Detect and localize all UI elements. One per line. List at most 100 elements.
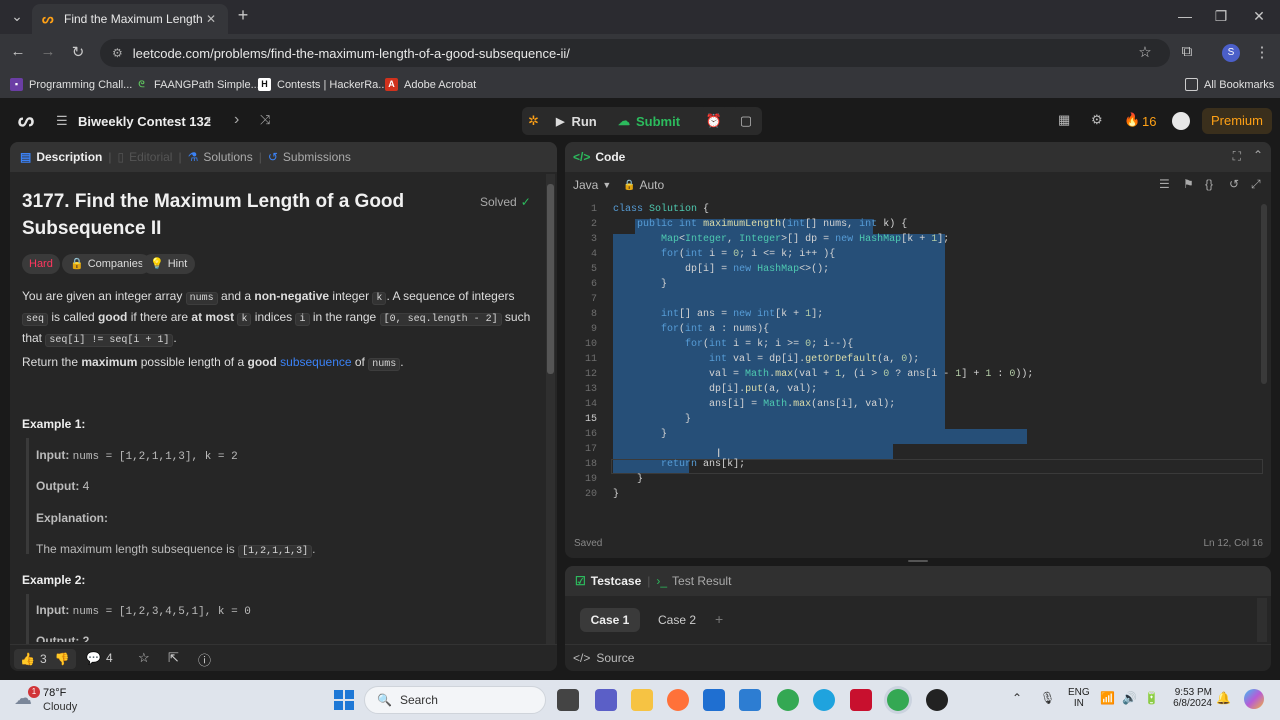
book-icon: ▯ <box>117 150 125 164</box>
task-view-icon[interactable] <box>557 689 579 711</box>
tab-search-icon[interactable]: ⌄ <box>8 8 26 25</box>
autocomplete-toggle[interactable]: 🔒 Auto <box>623 178 664 192</box>
description-scrollbar[interactable] <box>546 174 555 644</box>
site-info-icon[interactable]: ⚙ <box>112 46 123 60</box>
panel-resize-handle[interactable] <box>908 560 928 562</box>
example-1-input: Input: nums = [1,2,1,1,3], k = 2 <box>36 448 238 463</box>
user-avatar[interactable] <box>1172 112 1190 130</box>
code-editor[interactable]: 1 2 3 4 5 6 7 8 9 10 11 12 13 14 15 16 17 18 19 20 class So… <box>575 204 1263 504</box>
forward-icon[interactable]: → <box>38 43 58 60</box>
edge-icon[interactable] <box>813 689 835 711</box>
shuffle-icon[interactable]: ⤨ <box>260 112 270 128</box>
leetcode-logo-icon[interactable]: ᔕ <box>18 110 34 131</box>
help-icon[interactable]: ⓘ <box>198 650 211 669</box>
all-bookmarks[interactable]: All Bookmarks <box>1185 78 1274 91</box>
copilot-icon[interactable] <box>1244 689 1264 709</box>
braces-icon[interactable]: {} <box>1205 177 1213 191</box>
bookmark-item[interactable]: ▪ Programming Chall... <box>10 78 132 91</box>
teams-icon[interactable] <box>595 689 617 711</box>
clock[interactable]: 9:53 PM 6/8/2024 <box>1168 687 1212 709</box>
tab-solutions[interactable]: ⚗ Solutions <box>188 150 253 164</box>
submit-button[interactable]: ☁ Submit <box>618 109 692 133</box>
wifi-icon[interactable]: 📶 <box>1100 691 1115 705</box>
leetcode-topbar: ᔕ ☰ Biweekly Contest 132 ‹ › ⤨ ✲ ▶ Run ☁… <box>0 101 1280 141</box>
close-window-icon[interactable]: ✕ <box>1250 8 1268 25</box>
extensions-icon[interactable]: ⧉ <box>1177 43 1197 60</box>
contest-title[interactable]: Biweekly Contest 132 <box>78 114 211 129</box>
prev-problem-icon[interactable]: ‹ <box>206 111 211 129</box>
chrome-profile-icon[interactable] <box>887 689 909 711</box>
collapse-icon[interactable]: ⌃ <box>1253 148 1263 162</box>
tab-submissions[interactable]: ↺ Submissions <box>268 150 351 164</box>
tab-editorial[interactable]: ▯ Editorial <box>117 150 172 164</box>
run-button[interactable]: ▶ Run <box>556 109 610 133</box>
chrome-icon[interactable] <box>777 689 799 711</box>
close-tab-icon[interactable]: ✕ <box>204 12 218 26</box>
debug-icon[interactable]: ✲ <box>528 113 539 129</box>
taskbar-search[interactable]: 🔍 Search <box>364 686 546 714</box>
language-indicator[interactable]: ENG IN <box>1068 687 1090 709</box>
microphone-icon[interactable]: 🎙 <box>1040 691 1055 705</box>
code-panel: </> Code ⛶ ⌃ Java ▼ 🔒 Auto ☰ ⚑ {} ↺ ⤢ 1234… <box>565 142 1271 558</box>
profile-avatar[interactable]: S <box>1222 44 1240 62</box>
format-icon[interactable]: ☰ <box>1159 177 1170 191</box>
bookmark-icon[interactable]: ⚑ <box>1183 177 1194 191</box>
share-icon[interactable]: ⇱ <box>168 650 179 666</box>
bookmark-star-icon[interactable]: ☆ <box>1135 43 1155 61</box>
subsequence-link[interactable]: subsequence <box>280 355 351 369</box>
source-row[interactable]: </> Source <box>565 644 1271 671</box>
bookmark-item[interactable]: A Adobe Acrobat <box>385 78 476 91</box>
scrollbar-thumb[interactable] <box>547 184 554 374</box>
code-line: class Solution { <box>613 204 710 215</box>
case-2-tab[interactable]: Case 2 <box>647 608 707 632</box>
editor-scrollbar[interactable] <box>1261 204 1267 384</box>
favorite-star-icon[interactable]: ☆ <box>138 650 150 666</box>
firefox-icon[interactable] <box>667 689 689 711</box>
file-explorer-icon[interactable] <box>631 689 653 711</box>
new-tab-icon[interactable]: + <box>234 5 252 26</box>
vscode-icon[interactable] <box>739 689 761 711</box>
back-icon[interactable]: ← <box>8 43 28 60</box>
list-icon[interactable]: ☰ <box>56 113 68 129</box>
thumbs-down-icon[interactable]: 👎 <box>55 652 70 666</box>
hint-button[interactable]: 💡 Hint <box>142 254 196 274</box>
tab-test-result[interactable]: ›_ Test Result <box>656 574 731 588</box>
comments-button[interactable]: 💬 4 <box>86 651 113 665</box>
layout-grid-icon[interactable]: ▦ <box>1058 112 1070 128</box>
notification-bell-icon[interactable]: 🔔 <box>1216 691 1231 705</box>
streak-fire-icon[interactable]: 🔥 <box>1124 112 1140 128</box>
tab-testcase[interactable]: ☑ Testcase <box>575 574 641 588</box>
battery-icon[interactable]: 🔋 <box>1144 691 1159 705</box>
testcase-scrollbar[interactable] <box>1257 598 1267 642</box>
maximize-icon[interactable]: ❐ <box>1212 8 1230 25</box>
fullscreen-icon[interactable]: ⛶ <box>1233 149 1241 164</box>
difficulty-badge[interactable]: Hard <box>22 254 60 274</box>
reload-icon[interactable]: ↻ <box>68 43 88 61</box>
alarm-icon[interactable]: ⏰ <box>700 107 728 135</box>
next-problem-icon[interactable]: › <box>234 111 239 129</box>
browser-tab[interactable]: ᔕ Find the Maximum Length of a ✕ <box>32 4 228 34</box>
notes-icon[interactable]: ▢ <box>732 107 760 135</box>
tab-description[interactable]: ▤ Description <box>20 150 102 164</box>
expand-icon[interactable]: ⤢ <box>1251 177 1261 192</box>
chevron-up-icon[interactable]: ⌃ <box>1012 691 1022 705</box>
case-1-tab[interactable]: Case 1 <box>580 608 640 632</box>
obs-icon[interactable] <box>926 689 948 711</box>
url-field[interactable]: ⚙ leetcode.com/problems/find-the-maximum… <box>100 39 1170 67</box>
mcafee-icon[interactable] <box>850 689 872 711</box>
menu-kebab-icon[interactable]: ⋮ <box>1252 43 1272 61</box>
volume-icon[interactable]: 🔊 <box>1122 691 1137 705</box>
bookmark-item[interactable]: H Contests | HackerRa... <box>258 78 387 91</box>
premium-button[interactable]: Premium <box>1202 108 1272 134</box>
store-icon[interactable] <box>703 689 725 711</box>
minimize-icon[interactable]: — <box>1176 8 1194 24</box>
like-button[interactable]: 👍 3 👎 <box>14 649 76 669</box>
settings-gear-icon[interactable]: ⚙ <box>1091 112 1103 128</box>
weather-widget[interactable]: ☁ 1 <box>14 686 40 712</box>
add-case-icon[interactable]: + <box>715 611 723 627</box>
windows-start-icon[interactable] <box>334 690 354 710</box>
reset-icon[interactable]: ↺ <box>1229 177 1239 191</box>
language-select[interactable]: Java ▼ <box>573 178 611 192</box>
companies-button[interactable]: 🔒 Companies <box>62 254 152 274</box>
bookmark-item[interactable]: ᘓ FAANGPath Simple... <box>135 78 259 91</box>
